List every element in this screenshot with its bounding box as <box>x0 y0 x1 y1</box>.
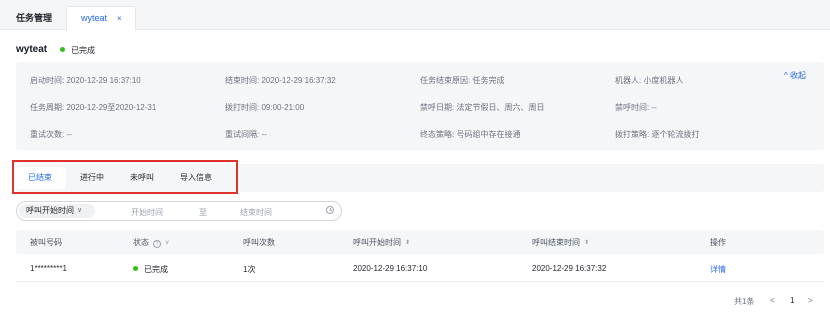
cell-status-text: 已完成 <box>144 265 168 274</box>
status-dot-icon <box>133 266 138 271</box>
sort-icon[interactable]: ⬍ <box>405 239 410 246</box>
info-final-policy: 终态策略: 号码组中存在接通 <box>420 130 521 139</box>
status-badge: 已完成 <box>60 45 95 56</box>
pagination-page-1[interactable]: 1 <box>790 296 794 305</box>
info-block-time: 禁呼时间: -- <box>615 103 657 112</box>
column-header-end-label: 呼叫结束时间 <box>532 238 580 247</box>
help-icon[interactable]: ? <box>153 240 161 248</box>
info-start-time: 启动时间: 2020-12-29 16:37:10 <box>30 76 141 85</box>
column-header-action: 操作 <box>710 238 726 247</box>
tab-wyteat-label: wyteat <box>81 13 108 23</box>
info-period: 任务周期: 2020-12-29至2020-12-31 <box>30 103 157 112</box>
info-dial-time: 拨打时间: 09:00-21:00 <box>225 103 305 112</box>
collapse-button[interactable]: ^ 收起 <box>784 70 806 81</box>
column-header-status: 状态? ∨ <box>133 237 169 248</box>
time-type-select[interactable]: 呼叫开始时间 ∨ <box>19 204 95 218</box>
range-separator: 至 <box>199 208 207 217</box>
pagination-prev-icon[interactable]: < <box>770 296 775 305</box>
column-header-number: 被叫号码 <box>30 238 62 247</box>
pagination-total: 共1条 <box>734 297 755 306</box>
info-robot: 机器人: 小度机器人 <box>615 76 684 85</box>
cell-count: 1次 <box>243 265 256 274</box>
cell-start-time: 2020-12-29 16:37:10 <box>353 264 428 273</box>
time-type-label: 呼叫开始时间 <box>26 206 74 215</box>
page-title: wyteat <box>16 44 48 55</box>
row-divider <box>16 281 824 282</box>
column-header-status-label: 状态 <box>133 238 149 247</box>
column-header-end-time[interactable]: 呼叫结束时间 ⬍ <box>532 237 589 248</box>
column-header-count: 呼叫次数 <box>243 238 275 247</box>
cell-status: 已完成 <box>133 264 168 275</box>
sort-icon[interactable]: ⬍ <box>584 239 589 246</box>
start-time-input[interactable]: 开始时间 <box>131 207 163 218</box>
chevron-down-icon: ∨ <box>77 207 83 214</box>
filter-icon[interactable]: ∨ <box>165 239 169 246</box>
status-text: 已完成 <box>71 46 95 55</box>
clock-icon <box>326 206 334 214</box>
chevron-up-icon: ^ <box>784 71 788 80</box>
cell-number: 1*********1 <box>30 264 67 273</box>
info-end-time: 结束时间: 2020-12-29 16:37:32 <box>225 76 336 85</box>
tab-task-management[interactable]: 任务管理 <box>16 7 52 30</box>
status-dot-icon <box>60 47 65 52</box>
pagination-next-icon[interactable]: > <box>808 296 813 305</box>
column-header-start-label: 呼叫开始时间 <box>353 238 401 247</box>
end-time-input[interactable]: 结束时间 <box>240 207 272 218</box>
info-retry-count: 重试次数: -- <box>30 130 72 139</box>
collapse-label: 收起 <box>790 71 806 80</box>
info-dial-policy: 拨打策略: 逐个轮流拨打 <box>615 130 700 139</box>
info-block-date: 禁呼日期: 法定节假日、周六、周日 <box>420 103 545 112</box>
details-link[interactable]: 详情 <box>710 264 726 275</box>
tab-wyteat[interactable]: wyteat × <box>66 6 136 31</box>
cell-end-time: 2020-12-29 16:37:32 <box>532 264 607 273</box>
close-icon[interactable]: × <box>117 7 122 30</box>
highlight-box <box>12 160 238 194</box>
info-end-reason: 任务结束原因: 任务完成 <box>420 76 505 85</box>
column-header-start-time[interactable]: 呼叫开始时间 ⬍ <box>353 237 410 248</box>
info-retry-interval: 重试间隔: -- <box>225 130 267 139</box>
